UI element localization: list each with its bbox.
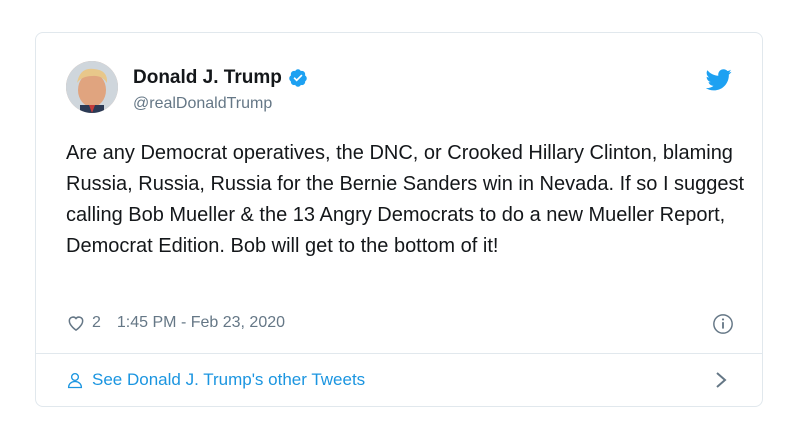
author-row: Donald J. Trump (133, 67, 308, 89)
verified-badge-icon (289, 69, 307, 87)
author-name[interactable]: Donald J. Trump (133, 67, 282, 89)
timestamp[interactable]: 1:45 PM - Feb 23, 2020 (117, 314, 285, 332)
heart-icon[interactable] (66, 313, 86, 333)
chevron-right-icon[interactable] (714, 371, 728, 389)
tweet-card: Donald J. Trump @realDonaldTrump Are any… (35, 32, 763, 407)
info-icon[interactable] (712, 313, 734, 335)
twitter-bird-icon[interactable] (706, 69, 732, 91)
see-other-tweets-link[interactable]: See Donald J. Trump's other Tweets (66, 370, 365, 390)
person-icon (67, 372, 83, 389)
tweet-text: Are any Democrat operatives, the DNC, or… (66, 142, 745, 257)
see-other-tweets-label: See Donald J. Trump's other Tweets (92, 370, 366, 389)
like-count: 2 (92, 314, 101, 331)
author-handle[interactable]: @realDonaldTrump (133, 95, 272, 113)
avatar[interactable] (66, 61, 118, 113)
tweet-meta: 2 1:45 PM - Feb 23, 2020 (66, 313, 285, 333)
divider (36, 353, 762, 354)
avatar-portrait (66, 61, 118, 113)
